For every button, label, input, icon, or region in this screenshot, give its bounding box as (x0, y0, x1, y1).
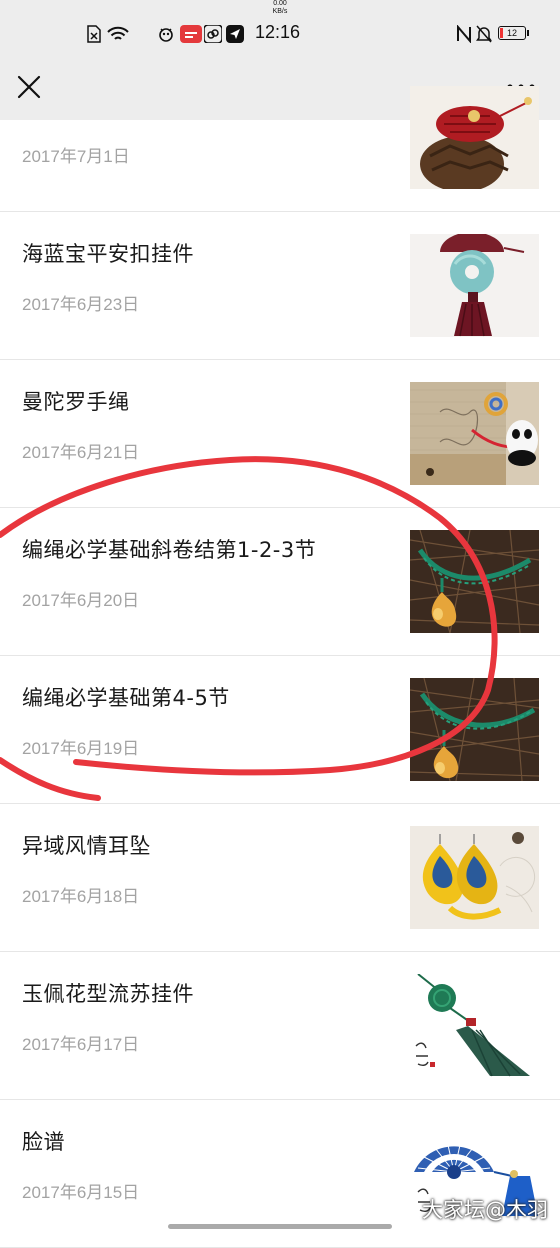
app-notification-icon (159, 28, 173, 42)
network-speed-unit: KB/s (272, 8, 288, 15)
article-date: 2017年6月21日 (22, 443, 140, 462)
article-date: 2017年6月19日 (22, 739, 140, 758)
article-item[interactable]: 异域风情耳坠 2017年6月18日 (0, 804, 560, 952)
yellow-earrings-thumbnail (410, 826, 539, 929)
article-date: 2017年6月23日 (22, 295, 140, 314)
article-title: 曼陀罗手绳 (22, 390, 130, 414)
article-date: 2017年6月18日 (22, 887, 140, 906)
send-app-icon (226, 25, 244, 43)
network-speed-value: 0.00 (273, 0, 287, 7)
mute-bell-icon (476, 25, 492, 43)
article-item[interactable]: 编绳必学基础第4-5节 2017年6月19日 (0, 656, 560, 804)
article-item[interactable]: 海蓝宝平安扣挂件 2017年6月23日 (0, 212, 560, 360)
article-title: 编绳必学基础斜卷结第1-2-3节 (22, 538, 317, 562)
article-item[interactable]: 曼陀罗手绳 2017年6月21日 (0, 360, 560, 508)
shopping-app-icon (180, 25, 202, 43)
macrame-necklace-thumbnail (410, 678, 539, 781)
nfc-icon (457, 25, 471, 43)
network-speed: 0.00 KB/s (0, 0, 560, 16)
green-tassel-thumbnail (410, 974, 539, 1077)
wifi-icon (107, 26, 129, 40)
cloud-app-icon (204, 25, 222, 43)
article-title: 玉佩花型流苏挂件 (22, 982, 194, 1006)
article-item[interactable]: 2017年7月1日 (0, 64, 560, 212)
article-item[interactable]: 玉佩花型流苏挂件 2017年6月17日 (0, 952, 560, 1100)
clock: 12:16 (255, 22, 301, 42)
pinecone-knot-thumbnail (410, 86, 539, 189)
aquamarine-pendant-thumbnail (410, 234, 539, 337)
sim-off-icon (87, 25, 101, 43)
article-title: 海蓝宝平安扣挂件 (22, 242, 194, 266)
battery-level: 12 (506, 28, 517, 38)
article-title: 异域风情耳坠 (22, 834, 151, 858)
macrame-necklace-thumbnail (410, 530, 539, 633)
article-date: 2017年6月17日 (22, 1035, 140, 1054)
status-bar: 0.00 KB/s 12:16 12 (0, 0, 560, 62)
home-indicator[interactable] (168, 1224, 392, 1229)
article-title: 编绳必学基础第4-5节 (22, 686, 230, 710)
article-date: 2017年6月20日 (22, 591, 140, 610)
watermark: 大家坛@木羽 (422, 1198, 548, 1222)
battery-indicator: 12 (498, 26, 529, 40)
article-item[interactable]: 编绳必学基础斜卷结第1-2-3节 2017年6月20日 (0, 508, 560, 656)
article-title: 脸谱 (22, 1130, 65, 1154)
article-date: 2017年6月15日 (22, 1183, 140, 1202)
article-date: 2017年7月1日 (22, 147, 130, 166)
panda-bracelet-thumbnail (410, 382, 539, 485)
